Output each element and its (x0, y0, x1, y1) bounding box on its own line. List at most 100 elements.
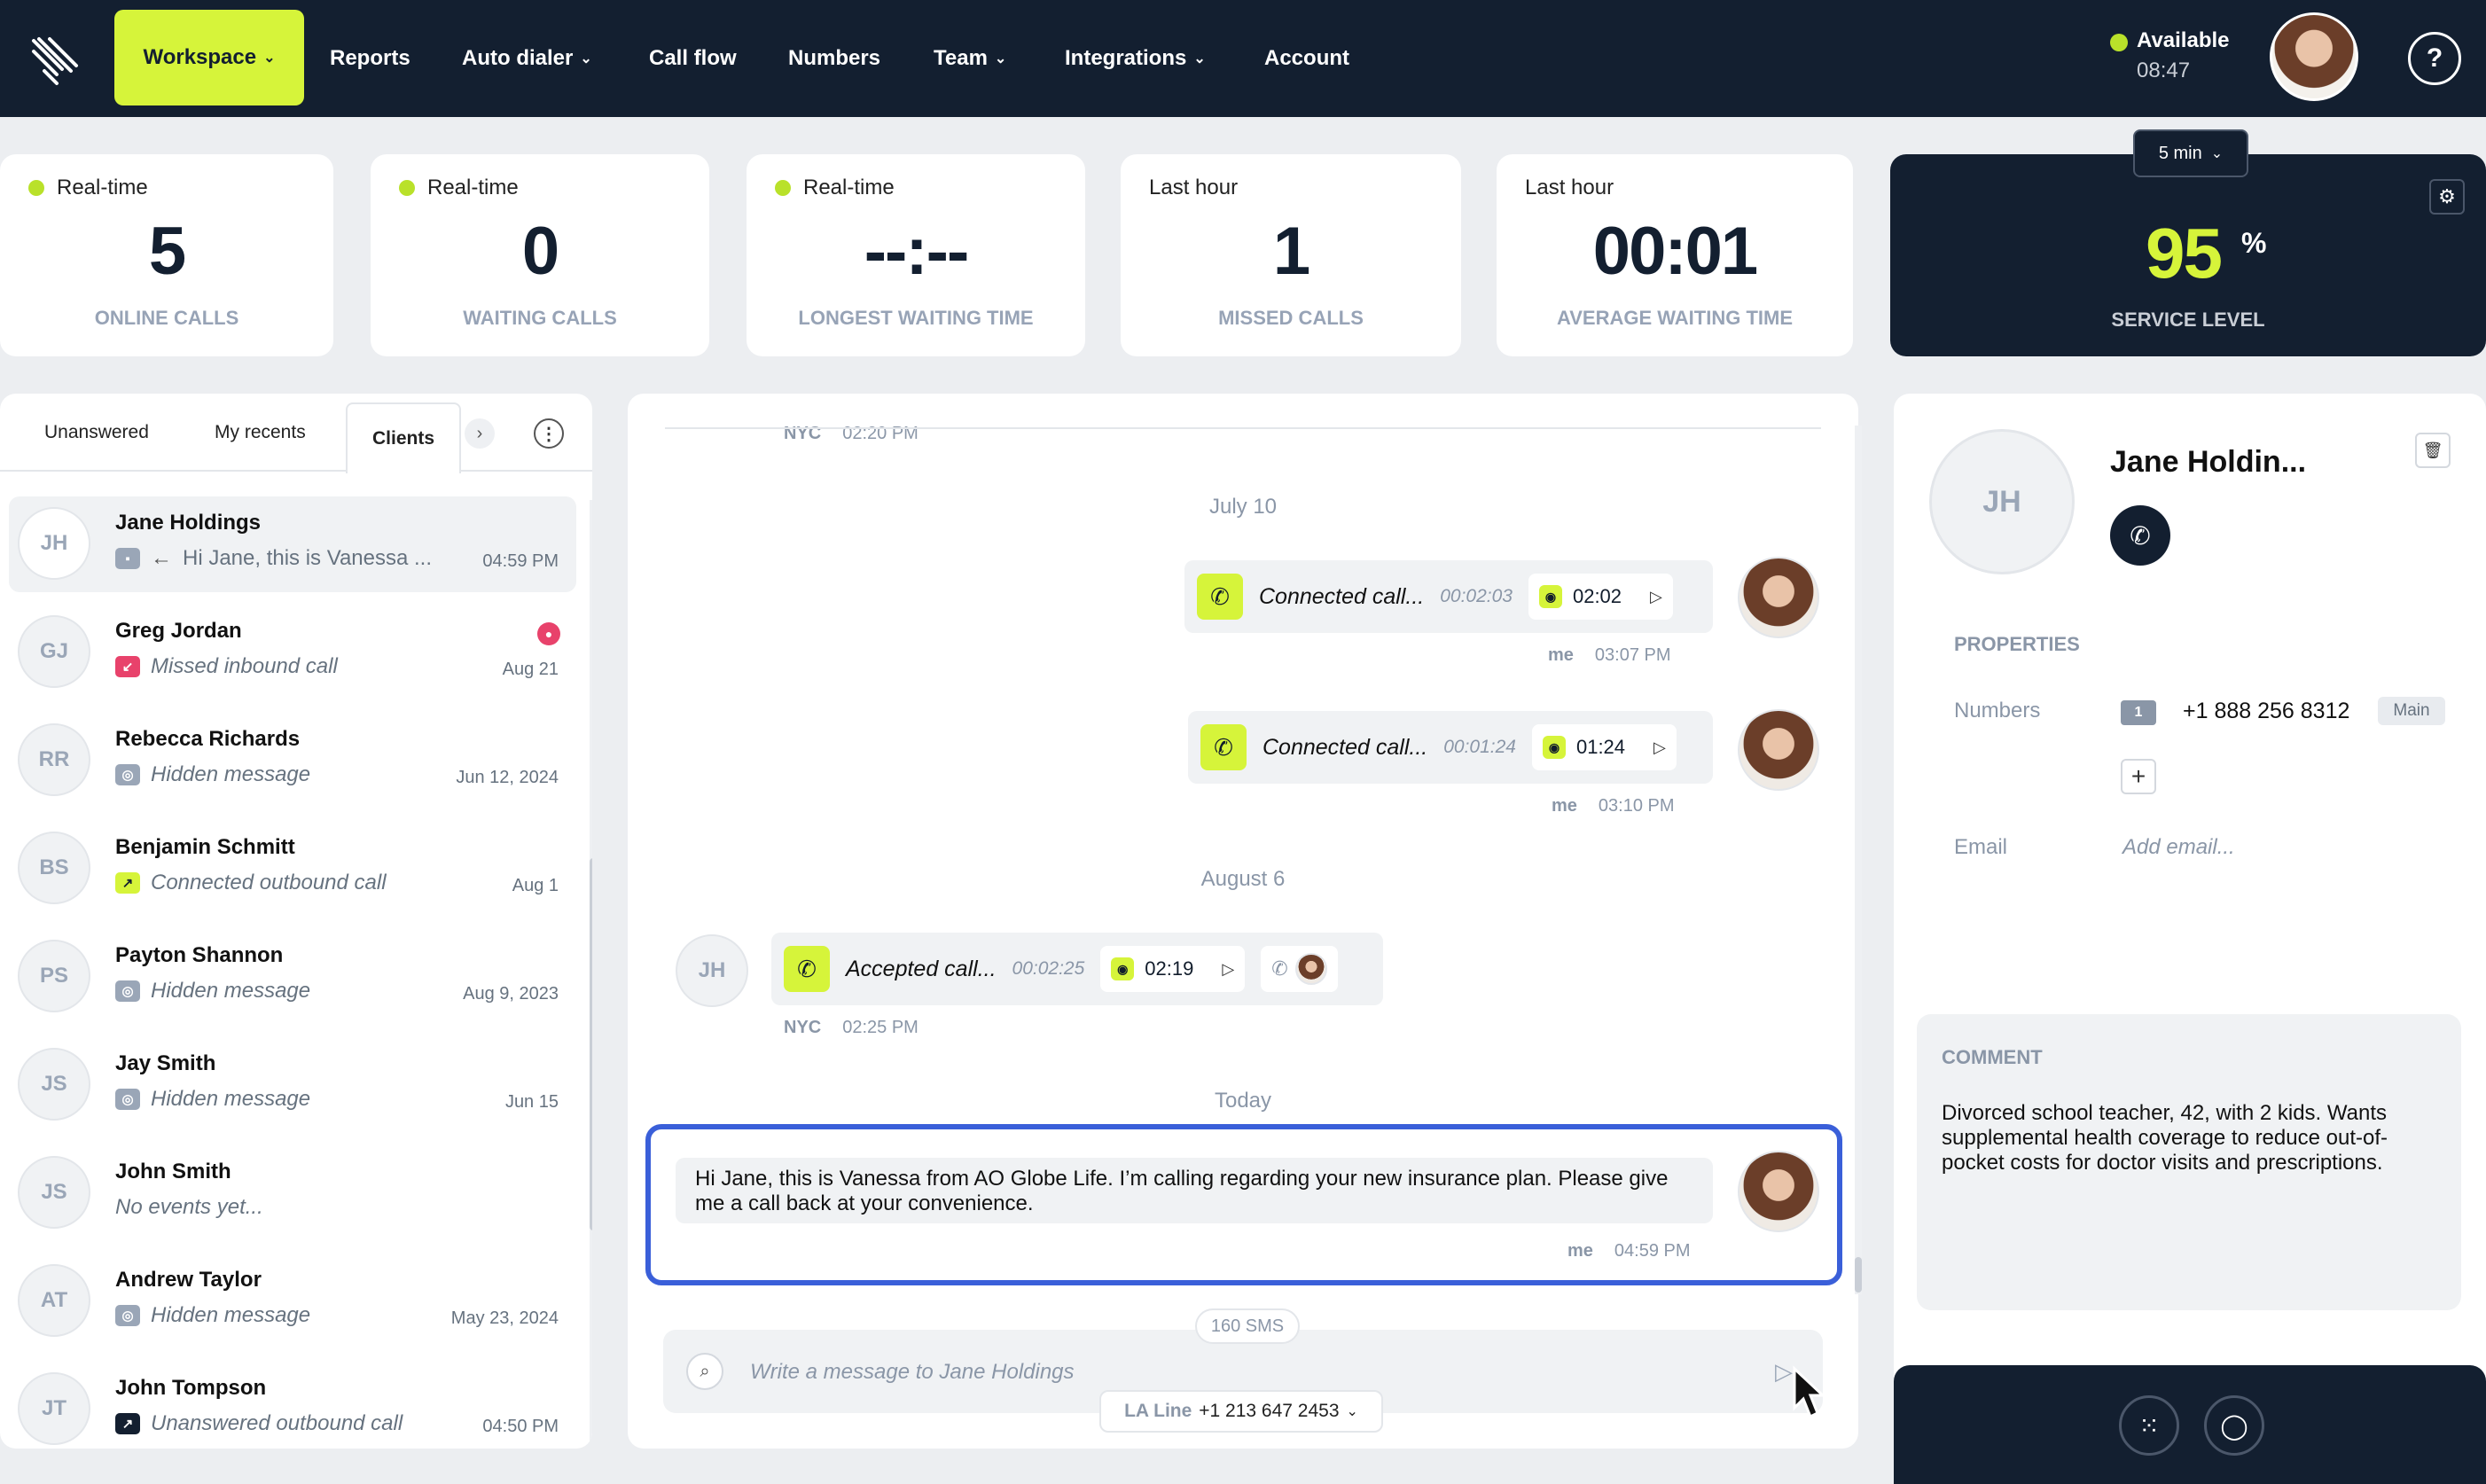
hidden-icon: ◎ (115, 1089, 140, 1110)
line-select[interactable]: LA Line +1 213 647 2453 ⌄ (1099, 1390, 1383, 1433)
contact-name: Benjamin Schmitt (115, 835, 295, 859)
recording-player[interactable]: ◉ 01:24 ▷ (1531, 724, 1677, 770)
phone-number[interactable]: +1 888 256 8312 (2183, 699, 2349, 724)
interval-select[interactable]: 5 min ⌄ (2133, 129, 2248, 177)
contact-name: Jane Holdin... (2110, 445, 2307, 479)
help-icon[interactable]: ? (2408, 32, 2461, 85)
contact-avatar: JT (18, 1372, 90, 1445)
dialpad-icon[interactable]: ⁙ (2119, 1395, 2179, 1456)
chevron-down-icon: ⌄ (2210, 146, 2224, 161)
call-label: Connected call... (1259, 583, 1425, 609)
phone-icon: ✆ (784, 946, 830, 992)
contact-date: Jun 15 (504, 1092, 559, 1112)
contact-name: John Tompson (115, 1376, 267, 1400)
date-separator: August 6 (1200, 867, 1286, 891)
chevron-down-icon: ⌄ (263, 51, 276, 66)
contact-name: Andrew Taylor (115, 1268, 262, 1292)
mouse-cursor-icon (1793, 1365, 1826, 1419)
contact-row[interactable]: JS John Smith No events yet... (9, 1145, 576, 1241)
recording-player[interactable]: ◉ 02:02 ▷ (1528, 574, 1673, 620)
contact-avatar: BS (18, 832, 90, 904)
contact-row[interactable]: JS Jay Smith ◎ Hidden message Jun 15 (9, 1037, 576, 1133)
sms-message[interactable]: Hi Jane, this is Vanessa from AO Globe L… (676, 1158, 1713, 1223)
missed-call-icon: ↙ (115, 656, 140, 677)
contacts-tabs: Unanswered My recents Clients › ⋮ (0, 394, 592, 473)
send-icon[interactable]: ▷ (1775, 1358, 1793, 1386)
contact-avatar: GJ (18, 615, 90, 688)
more-options-icon[interactable]: ⋮ (534, 418, 564, 449)
app-logo-icon[interactable] (27, 32, 83, 89)
chat-bubble-icon[interactable]: ◯ (2204, 1395, 2264, 1456)
message-input[interactable]: Write a message to Jane Holdings (750, 1360, 1075, 1385)
contact-name: Jane Holdings (115, 511, 262, 535)
contact-date: Aug 9, 2023 (463, 984, 559, 1004)
contact-avatar: JH (18, 507, 90, 580)
play-icon[interactable]: ▷ (1650, 588, 1662, 606)
service-level-value: 95 (2146, 214, 2223, 293)
realtime-dot-icon (28, 180, 44, 196)
contact-row[interactable]: AT Andrew Taylor ◎ Hidden message May 23,… (9, 1254, 576, 1349)
nav-integrations[interactable]: Integrations ⌄ (1065, 0, 1206, 117)
agent-avatar (1738, 557, 1819, 638)
contact-date: 04:50 PM (482, 1417, 559, 1436)
contact-preview: Hidden message (151, 979, 311, 1003)
nav-reports[interactable]: Reports (330, 0, 410, 117)
agent-status[interactable]: Available (2137, 28, 2230, 53)
play-icon[interactable]: ▷ (1653, 738, 1666, 757)
tab-my-recents[interactable]: My recents (215, 394, 306, 472)
trash-icon[interactable]: 🗑 (2415, 433, 2451, 468)
contact-row[interactable]: RR Rebecca Richards ◎ Hidden message Jun … (9, 713, 576, 808)
contact-row[interactable]: JH Jane Holdings ▪ ← Hi Jane, this is Vane… (9, 496, 576, 592)
call-event[interactable]: ✆ Connected call... 00:01:24 ◉ 01:24 ▷ (1188, 711, 1713, 784)
paperclip-icon[interactable]: ⌕ (686, 1353, 723, 1390)
chevron-right-icon[interactable]: › (465, 418, 495, 449)
stat-value: --:-- (864, 214, 970, 289)
contact-preview: Hidden message (151, 1303, 311, 1327)
hidden-icon: ◎ (115, 980, 140, 1002)
tab-unanswered[interactable]: Unanswered (44, 394, 149, 472)
phone-icon[interactable]: ✆ (2110, 505, 2170, 566)
contact-name: Payton Shannon (115, 943, 284, 967)
stat-card-longest-waiting: Real-time --:-- LONGEST WAITING TIME (747, 154, 1085, 356)
nav-team[interactable]: Team ⌄ (934, 0, 1006, 117)
contact-preview: Hidden message (151, 1087, 311, 1111)
play-icon[interactable]: ▷ (1222, 960, 1234, 979)
stat-value: 00:01 (1592, 214, 1758, 289)
stat-caption: WAITING CALLS (463, 307, 617, 329)
call-participants: ✆ (1261, 946, 1338, 992)
nav-call-flow[interactable]: Call flow (649, 0, 737, 117)
contact-row[interactable]: GJ Greg Jordan ● ↙ Missed inbound call Au… (9, 605, 576, 700)
email-field[interactable]: Add email... (2122, 835, 2235, 860)
realtime-dot-icon (399, 180, 415, 196)
stat-period: Real-time (427, 176, 519, 199)
stat-period: Last hour (1525, 176, 1614, 199)
comment-text[interactable]: Divorced school teacher, 42, with 2 kids… (1942, 1101, 2420, 1175)
nav-auto-dialer[interactable]: Auto dialer ⌄ (462, 0, 592, 117)
nav-numbers[interactable]: Numbers (788, 0, 880, 117)
recording-length: 02:02 (1572, 585, 1622, 607)
gear-icon[interactable]: ⚙ (2429, 179, 2465, 215)
tab-clients[interactable]: Clients (346, 402, 462, 473)
hidden-icon: ◎ (115, 1305, 140, 1326)
sms-counter: 160 SMS (1195, 1308, 1300, 1344)
user-avatar[interactable] (2270, 12, 2358, 101)
call-event[interactable]: ✆ Accepted call... 00:02:25 ◉ 02:19 ▷ ✆ (771, 933, 1383, 1005)
hidden-icon: ◎ (115, 764, 140, 785)
conversation-scrollbar-track[interactable] (1855, 426, 1862, 1294)
nav-workspace[interactable]: Workspace ⌄ (114, 10, 304, 105)
call-event[interactable]: ✆ Connected call... 00:02:03 ◉ 02:02 ▷ (1184, 560, 1713, 633)
contact-date: Aug 21 (502, 660, 559, 679)
conversation-scrollbar-thumb[interactable] (1855, 1257, 1862, 1293)
contacts-scrollbar-thumb[interactable] (590, 858, 592, 1230)
recording-player[interactable]: ◉ 02:19 ▷ (1100, 946, 1246, 992)
chevron-down-icon: ⌄ (1193, 51, 1206, 66)
contact-preview: Unanswered outbound call (151, 1411, 403, 1435)
alert-badge-icon: ● (537, 622, 560, 645)
contact-row[interactable]: BS Benjamin Schmitt ↗ Connected outbound … (9, 821, 576, 917)
contact-row[interactable]: JT John Tompson ↗ Unanswered outbound cal… (9, 1362, 576, 1449)
contact-preview: Hidden message (151, 762, 311, 786)
nav-account[interactable]: Account (1264, 0, 1349, 117)
add-number-icon[interactable]: + (2121, 759, 2156, 794)
call-duration: 00:01:24 (1443, 737, 1516, 757)
contact-row[interactable]: PS Payton Shannon ◎ Hidden message Aug 9,… (9, 929, 576, 1025)
